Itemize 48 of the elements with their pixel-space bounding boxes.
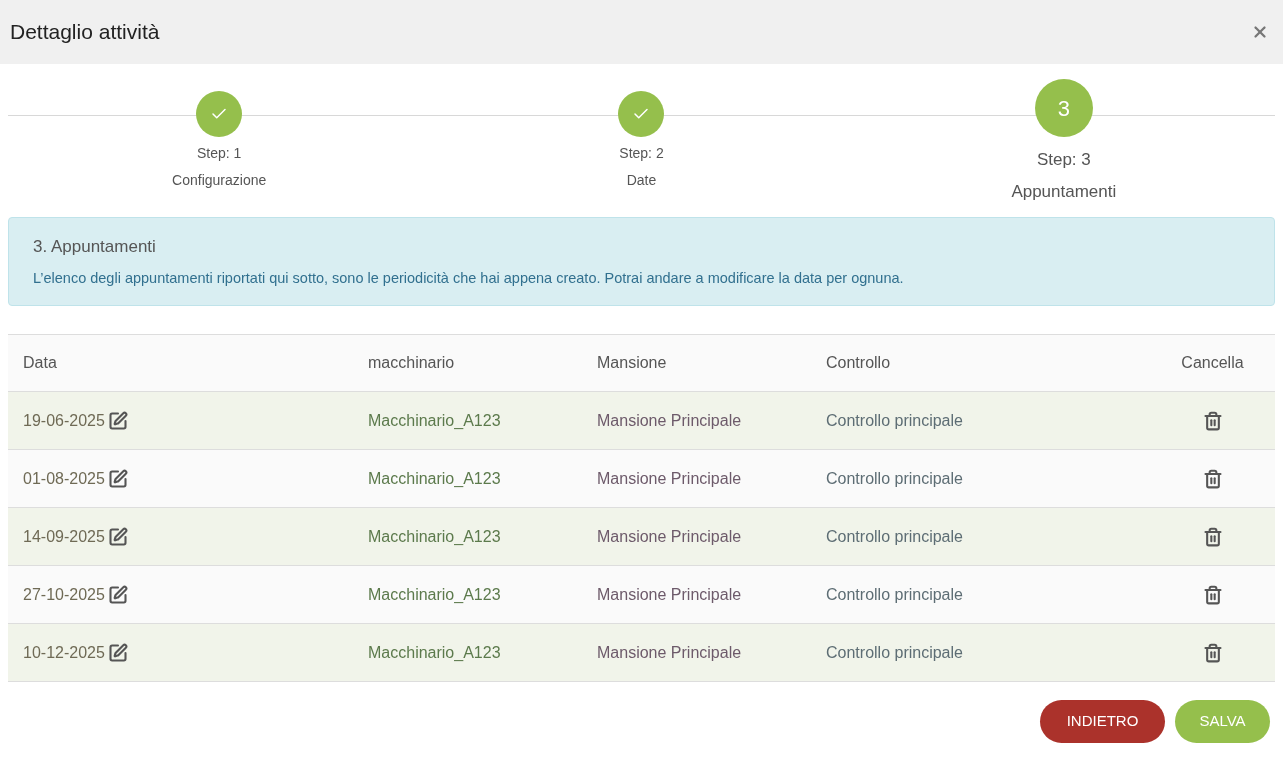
delete-icon[interactable] xyxy=(1202,584,1223,605)
task-cell-text: Mansione Principale xyxy=(597,468,743,489)
delete-icon[interactable] xyxy=(1202,410,1223,431)
task-cell-text: Mansione Principale xyxy=(597,642,743,663)
machine-cell-text: Macchinario_A123 xyxy=(368,526,502,547)
step-number: Step: 2 xyxy=(619,144,664,163)
check-cell-text: Controllo principale xyxy=(826,526,964,547)
alert-text: L’elenco degli appuntamenti riportati qui sotto, sono le periodicità che hai appena creato. Potrai andare a modificare la data per ognuna. xyxy=(33,268,905,288)
task-cell-text: Mansione Principale xyxy=(597,584,743,605)
task-cell-text: Mansione Principale xyxy=(597,526,743,547)
step-label: Date xyxy=(626,171,657,190)
check-cell-text: Controllo principale xyxy=(826,642,964,663)
step-label: Appuntamenti xyxy=(1011,180,1117,203)
check-cell-text: Controllo principale xyxy=(826,468,964,489)
date-cell-text: 14-09-2025 xyxy=(23,526,105,547)
task-cell-text: Mansione Principale xyxy=(597,410,743,431)
machine-cell-text: Macchinario_A123 xyxy=(368,584,502,605)
edit-icon[interactable] xyxy=(107,526,128,547)
back-button[interactable]: INDIETRO xyxy=(1040,700,1165,743)
edit-icon[interactable] xyxy=(107,642,128,663)
column-header: Controllo xyxy=(826,353,892,373)
column-header: macchinario xyxy=(368,353,456,373)
date-cell-text: 19-06-2025 xyxy=(23,410,105,431)
date-cell-text: 27-10-2025 xyxy=(23,584,105,605)
column-header: Mansione xyxy=(597,353,668,373)
column-header: Cancella xyxy=(1180,353,1245,373)
machine-cell-text: Macchinario_A123 xyxy=(368,642,502,663)
edit-icon[interactable] xyxy=(107,468,128,489)
delete-icon[interactable] xyxy=(1202,526,1223,547)
check-cell-text: Controllo principale xyxy=(826,584,964,605)
alert-title: 3. Appuntamenti xyxy=(33,236,157,258)
column-header: Data xyxy=(22,353,58,373)
step-number: Step: 3 xyxy=(1036,149,1091,171)
check-cell-text: Controllo principale xyxy=(826,410,964,431)
step-label: Configurazione xyxy=(172,171,267,190)
edit-icon[interactable] xyxy=(107,410,128,431)
edit-icon[interactable] xyxy=(107,584,128,605)
date-cell-text: 01-08-2025 xyxy=(23,468,105,489)
delete-icon[interactable] xyxy=(1202,642,1223,663)
delete-icon[interactable] xyxy=(1202,468,1223,489)
check-icon xyxy=(618,91,665,137)
date-cell-text: 10-12-2025 xyxy=(23,642,105,663)
close-icon[interactable] xyxy=(1251,23,1269,41)
machine-cell-text: Macchinario_A123 xyxy=(368,468,502,489)
check-icon xyxy=(196,91,243,137)
machine-cell-text: Macchinario_A123 xyxy=(368,410,502,431)
step-number: Step: 1 xyxy=(196,144,242,163)
window-title: Dettaglio attività xyxy=(10,19,160,46)
